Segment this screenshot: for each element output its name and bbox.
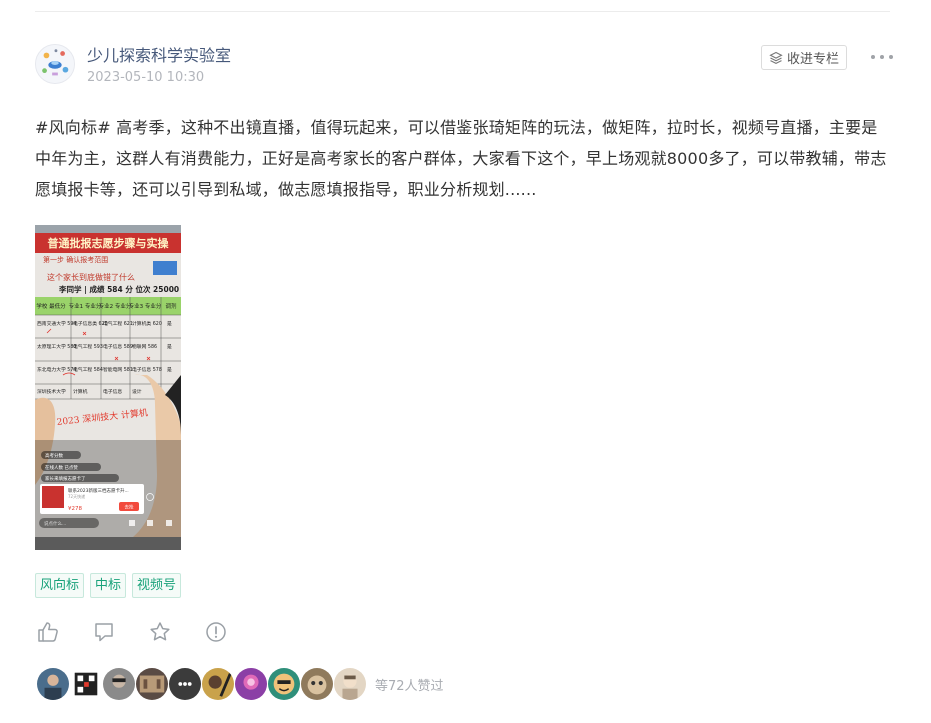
tag-shipinhao[interactable]: 视频号: [132, 573, 182, 598]
image-table-cell: 电气工程 621: [103, 320, 133, 327]
image-step: 第一步 确认报考范围: [43, 255, 108, 264]
image-table-cell: 电气工程 584: [73, 366, 103, 373]
tag-list: 风向标 中标 视频号: [35, 573, 182, 598]
image-table-cell: 电气工程 593: [73, 343, 103, 350]
image-table-header: 调剂: [165, 302, 177, 310]
image-table-header: 专业3 专业分: [129, 302, 162, 310]
image-table-cell: 东北电力大学 574: [37, 366, 76, 373]
image-table-cell: 是: [167, 367, 172, 373]
image-table-cell: 西南交通大学 594: [37, 320, 76, 327]
favorite-button[interactable]: [149, 621, 171, 643]
image-question: 这个家长到底做错了什么: [47, 272, 135, 282]
image-product-title: 联系2023新版三档志愿卡升...: [68, 487, 129, 494]
layers-icon: [769, 51, 783, 64]
action-bar: [37, 621, 261, 643]
image-comment: 家长来填报志愿卡了: [45, 475, 86, 482]
image-chat-hint: 说点什么...: [44, 520, 66, 527]
image-table-cell: 是: [167, 321, 172, 327]
image-table-cell: 智能电网 581: [103, 366, 133, 373]
more-options-button[interactable]: [871, 50, 893, 64]
more-dot-icon: [880, 55, 884, 59]
report-button[interactable]: [205, 621, 227, 643]
likes-count[interactable]: 等72人赞过: [375, 675, 444, 694]
image-table-cell: 电子信息 578: [132, 366, 162, 373]
post-content: #风向标# 高考季，这种不出镜直播，值得玩起来，可以借鉴张琦矩阵的玩法，做矩阵，…: [35, 118, 887, 199]
image-comment: 高考分数: [45, 452, 63, 459]
star-icon: [150, 622, 170, 641]
like-button[interactable]: [37, 621, 59, 643]
liker-avatar[interactable]: [267, 667, 301, 701]
liker-avatar[interactable]: [234, 667, 268, 701]
likers-row: 等72人赞过: [36, 667, 444, 701]
image-table-cell: 是: [167, 344, 172, 350]
tag-zhongbiao[interactable]: 中标: [90, 573, 127, 598]
image-table-cell: 电子信息 589: [103, 343, 133, 350]
image-table-header: 学校 最低分: [36, 302, 66, 310]
image-table-header: 专业1 专业分: [69, 302, 102, 310]
image-product-button: 去抢: [125, 504, 134, 511]
image-table-cell: 设计: [132, 388, 142, 395]
liker-avatar[interactable]: [201, 667, 235, 701]
author-name[interactable]: 少儿探索科学实验室: [87, 46, 231, 66]
post-image[interactable]: 普通批报志愿步骤与实操 第一步 确认报考范围 这个家长到底做错了什么 李同学 |…: [35, 225, 181, 550]
image-table-cell: 电子信息: [103, 388, 122, 395]
image-student: 李同学 | 成绩 584 分 位次 25000: [58, 284, 179, 295]
liker-avatar[interactable]: [135, 667, 169, 701]
more-dot-icon: [889, 55, 893, 59]
liker-avatar[interactable]: [168, 667, 202, 701]
liker-avatar[interactable]: [300, 667, 334, 701]
report-icon: [206, 622, 226, 642]
image-comment: 在线人数 已点赞: [45, 464, 78, 471]
liker-avatar[interactable]: [102, 667, 136, 701]
top-divider: [35, 11, 890, 12]
image-table-cell: 太原理工大学 580: [37, 343, 76, 350]
like-icon: [38, 622, 58, 642]
image-table-cell: 计算机: [73, 388, 88, 395]
tag-fengxiangbiao[interactable]: 风向标: [35, 573, 85, 598]
image-product-price: ¥278: [68, 506, 82, 512]
more-dot-icon: [871, 55, 875, 59]
image-table-cell: 深圳技术大学: [37, 388, 66, 395]
liker-avatar[interactable]: [333, 667, 367, 701]
collect-to-column-button[interactable]: 收进专栏: [761, 45, 847, 70]
image-product-sub: 72天快递: [68, 493, 85, 499]
image-table-cell: 计算机类 620: [132, 320, 162, 327]
author-avatar[interactable]: [35, 44, 75, 84]
liker-avatar[interactable]: [36, 667, 70, 701]
comment-button[interactable]: [93, 621, 115, 643]
comment-icon: [95, 623, 113, 642]
image-table-header: 专业2 专业分: [99, 302, 132, 310]
image-banner: 普通批报志愿步骤与实操: [48, 236, 170, 250]
post-time: 2023-05-10 10:30: [87, 70, 205, 85]
image-table-cell: 物联网 586: [132, 343, 157, 350]
liker-avatar[interactable]: [69, 667, 103, 701]
collect-label: 收进专栏: [786, 52, 839, 67]
